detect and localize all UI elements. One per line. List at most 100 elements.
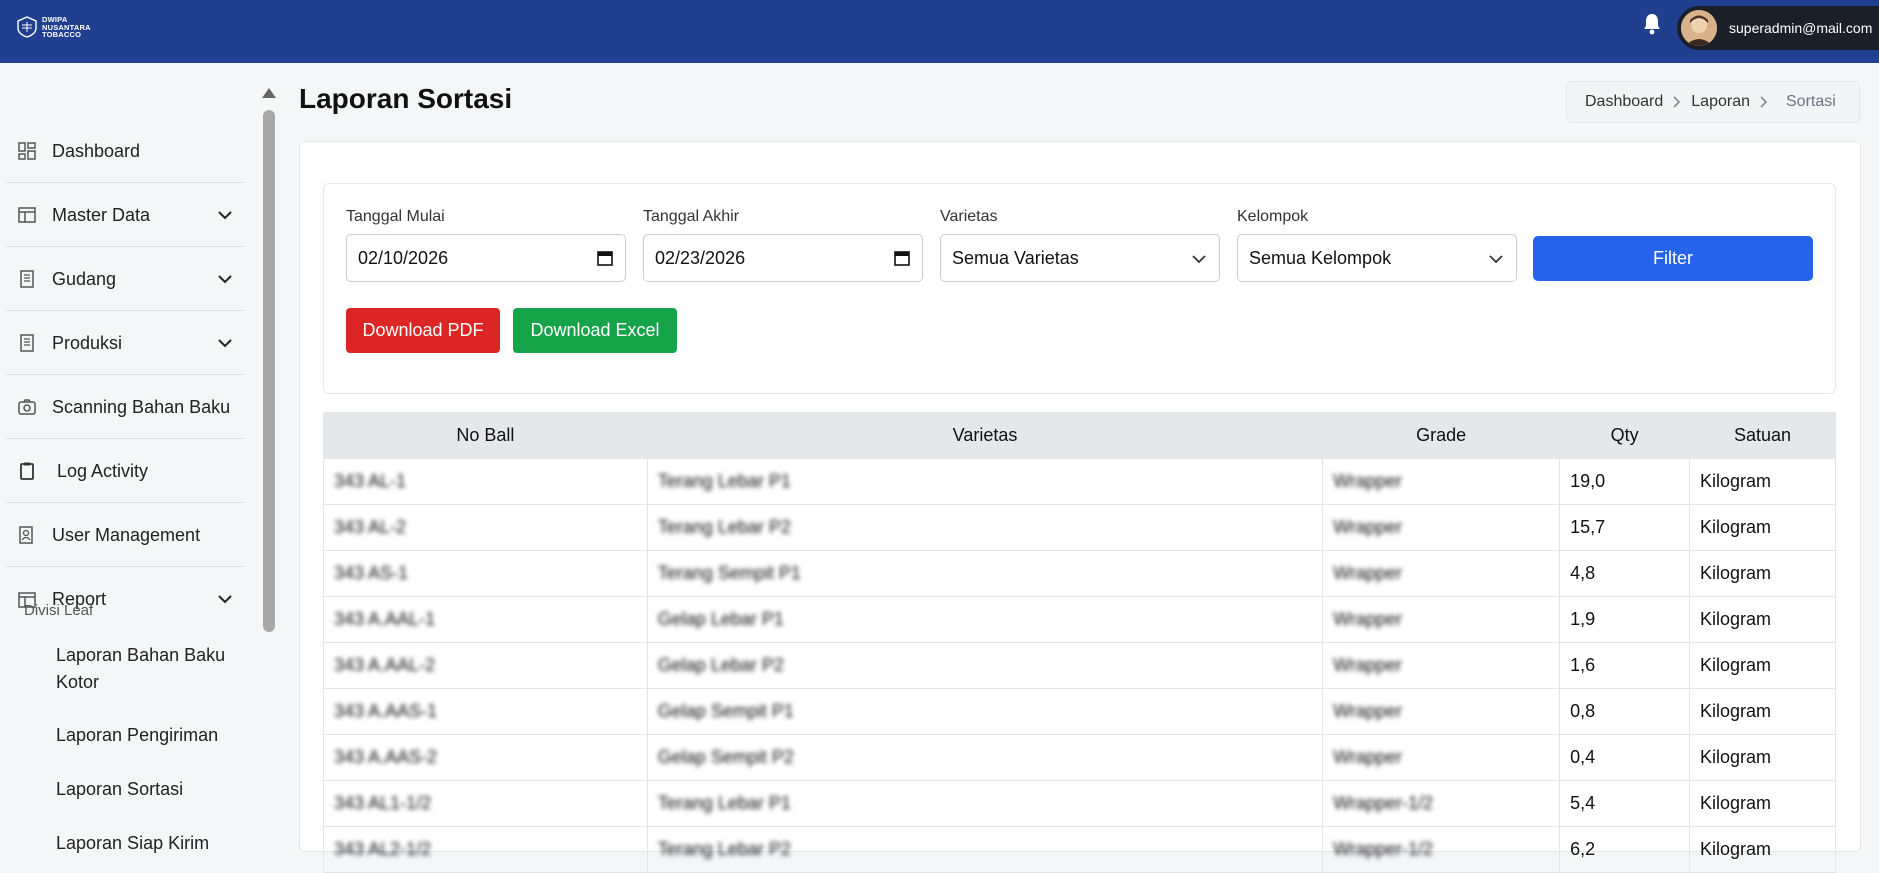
breadcrumb-current: Sortasi (1786, 93, 1836, 110)
varietas-selected: Semua Varietas (952, 247, 1079, 268)
cell-varietas: Terang Lebar P2 (646, 826, 1324, 873)
table-row: 343 A.AAL-2 Gelap Lebar P2 Wrapper 1,6 Kilog… (323, 642, 1836, 689)
cell-satuan: Kilogram (1689, 734, 1836, 781)
column-header[interactable]: Grade (1322, 412, 1561, 459)
breadcrumb-dashboard[interactable]: Dashboard (1585, 93, 1663, 111)
camera-icon (18, 399, 36, 415)
cell-grade: Wrapper (1322, 458, 1561, 505)
column-header[interactable]: No Ball (323, 412, 648, 459)
sidebar: Dashboard Master Data Gudang Produksi Sc… (0, 63, 280, 853)
sidebar-item-user-management[interactable]: User Management (6, 504, 244, 567)
cell-no-ball: 343 AL-2 (323, 504, 648, 551)
cell-satuan: Kilogram (1689, 688, 1836, 735)
avatar-image (1681, 10, 1717, 46)
sidebar-item-gudang[interactable]: Gudang (6, 248, 244, 311)
sidebar-item-produksi[interactable]: Produksi (6, 312, 244, 375)
chevron-down-icon (218, 339, 232, 348)
document-icon (20, 270, 34, 288)
cell-qty: 1,6 (1559, 642, 1691, 689)
column-header[interactable]: Varietas (646, 412, 1324, 459)
user-menu[interactable]: superadmin@mail.com (1677, 6, 1879, 50)
cell-varietas: Gelap Sempit P1 (646, 688, 1324, 735)
kelompok-selected: Semua Kelompok (1249, 247, 1392, 268)
cell-qty: 6,2 (1559, 826, 1691, 873)
cell-grade: Wrapper-1/2 (1322, 826, 1561, 873)
cell-satuan: Kilogram (1689, 504, 1836, 551)
sidebar-subitem-sortasi[interactable]: Laporan Sortasi (56, 776, 183, 803)
filter-button[interactable]: Filter (1533, 236, 1813, 281)
cell-qty: 19,0 (1559, 458, 1691, 505)
cell-varietas: Gelap Lebar P1 (646, 596, 1324, 643)
document-icon (20, 334, 34, 352)
sidebar-subitem-bahan-baku-kotor[interactable]: Laporan Bahan Baku Kotor (56, 642, 236, 696)
cell-no-ball: 343 A.AAL-2 (323, 642, 648, 689)
clipboard-icon (20, 462, 34, 480)
cell-varietas: Terang Lebar P1 (646, 458, 1324, 505)
cell-grade: Wrapper (1322, 688, 1561, 735)
sidebar-item-label: Dashboard (52, 140, 141, 161)
chevron-down-icon (1489, 255, 1503, 264)
bell-icon[interactable] (1642, 12, 1662, 36)
cell-satuan: Kilogram (1689, 458, 1836, 505)
sidebar-scrollbar[interactable] (263, 110, 275, 632)
calendar-icon[interactable] (596, 249, 614, 267)
grid-icon (18, 142, 36, 160)
sidebar-subitem-siap-kirim[interactable]: Laporan Siap Kirim (56, 830, 209, 857)
sidebar-item-log-activity[interactable]: Log Activity (6, 440, 244, 503)
sidebar-subitem-pengiriman[interactable]: Laporan Pengiriman (56, 722, 218, 749)
sidebar-item-label: Gudang (52, 268, 117, 289)
sidebar-item-label: User Management (52, 524, 201, 545)
sidebar-item-report[interactable]: Report (6, 568, 244, 631)
cell-no-ball: 343 A.AAS-2 (323, 734, 648, 781)
top-navbar: DWIPA NUSANTARA TOBACCO superadmin@mail.… (0, 0, 1879, 63)
varietas-select[interactable]: Semua Varietas (940, 234, 1220, 282)
chevron-right-icon (1760, 96, 1768, 108)
table-row: 343 AS-1 Terang Sempit P1 Wrapper 4,8 Kilogr… (323, 550, 1836, 597)
sidebar-item-scanning[interactable]: Scanning Bahan Baku (6, 376, 244, 439)
sidebar-item-master-data[interactable]: Master Data (6, 184, 244, 247)
cell-qty: 4,8 (1559, 550, 1691, 597)
filter-panel (323, 183, 1836, 394)
column-header[interactable]: Qty (1559, 412, 1691, 459)
user-email: superadmin@mail.com (1729, 20, 1873, 36)
column-header[interactable]: Satuan (1689, 412, 1836, 459)
scroll-up-arrow[interactable] (262, 88, 276, 98)
kelompok-select[interactable]: Semua Kelompok (1237, 234, 1517, 282)
sidebar-item-label: Log Activity (57, 460, 149, 481)
user-icon (19, 526, 33, 544)
sortasi-table: No Ball Varietas Grade Qty Satuan 343 AL… (323, 412, 1836, 873)
start-date-label: Tanggal Mulai (346, 208, 445, 225)
table-row: 343 A.AAL-1 Gelap Lebar P1 Wrapper 1,9 Kilog… (323, 596, 1836, 643)
cell-no-ball: 343 A.AAS-1 (323, 688, 648, 735)
download-excel-button[interactable]: Download Excel (513, 308, 677, 353)
sidebar-item-label: Produksi (52, 332, 123, 353)
sidebar-item-dashboard[interactable]: Dashboard (6, 120, 244, 183)
kelompok-label: Kelompok (1237, 208, 1309, 225)
start-date-input[interactable]: 02/10/2026 (346, 234, 626, 282)
breadcrumb-laporan[interactable]: Laporan (1691, 93, 1750, 111)
sidebar-item-label: Master Data (52, 204, 151, 225)
table-row: 343 AL-1 Terang Lebar P1 Wrapper 19,0 Kilogr… (323, 458, 1836, 505)
cell-varietas: Terang Lebar P1 (646, 780, 1324, 827)
table-row: 343 A.AAS-2 Gelap Sempit P2 Wrapper 0,4 Kilo… (323, 734, 1836, 781)
cell-no-ball: 343 AS-1 (323, 550, 648, 597)
end-date-input[interactable]: 02/23/2026 (643, 234, 923, 282)
avatar (1681, 10, 1717, 46)
table-header-row: No Ball Varietas Grade Qty Satuan (323, 412, 1836, 459)
chevron-down-icon (218, 595, 232, 604)
cell-satuan: Kilogram (1689, 826, 1836, 873)
cell-varietas: Terang Lebar P2 (646, 504, 1324, 551)
cell-grade: Wrapper (1322, 642, 1561, 689)
cell-satuan: Kilogram (1689, 550, 1836, 597)
brand-logo[interactable]: DWIPA NUSANTARA TOBACCO (16, 16, 91, 39)
shield-logo-icon (17, 16, 37, 38)
page-title: Laporan Sortasi (299, 83, 513, 114)
sidebar-item-label: Scanning Bahan Baku (52, 396, 231, 417)
section-title-divisi-leaf: Divisi Leaf (24, 602, 94, 619)
cell-qty: 1,9 (1559, 596, 1691, 643)
download-pdf-button[interactable]: Download PDF (346, 308, 500, 353)
brand-line-3: TOBACCO (42, 30, 82, 39)
calendar-icon[interactable] (893, 249, 911, 267)
cell-grade: Wrapper (1322, 550, 1561, 597)
table-row: 343 A.AAS-1 Gelap Sempit P1 Wrapper 0,8 Kilo… (323, 688, 1836, 735)
